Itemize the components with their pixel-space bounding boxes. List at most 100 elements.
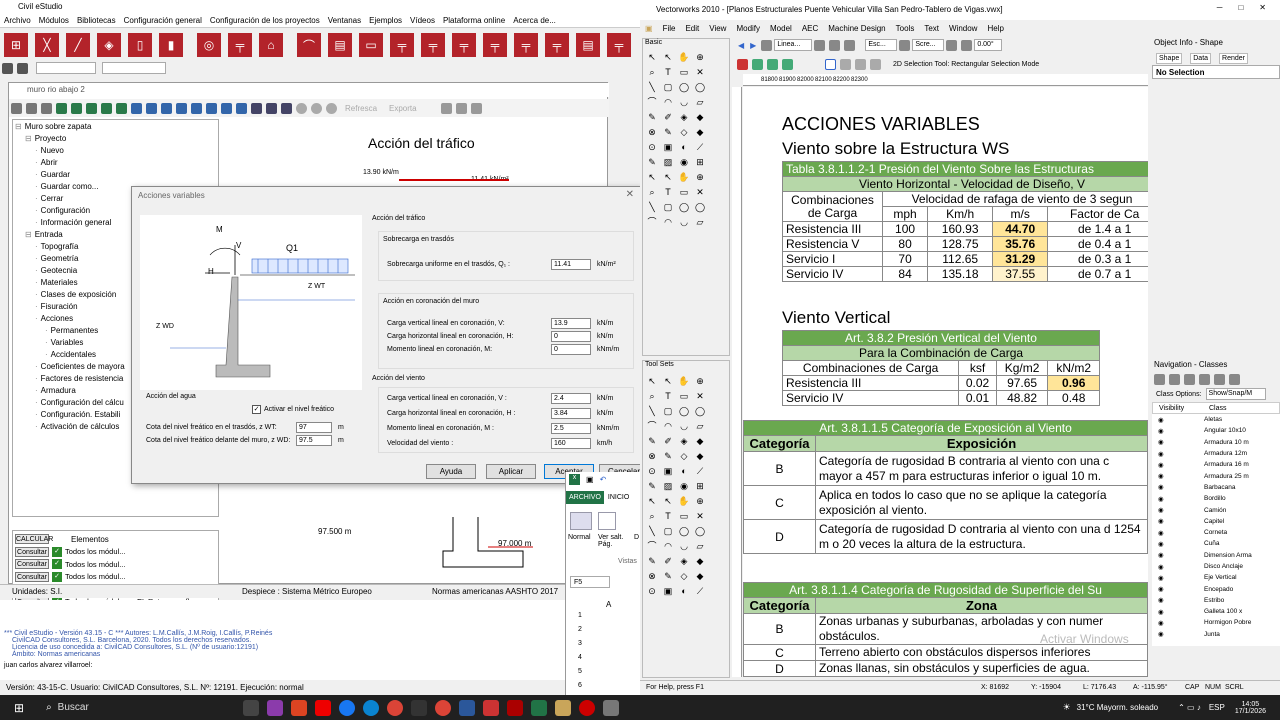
tool-icon[interactable]: ◯: [693, 525, 707, 538]
field-input[interactable]: [551, 344, 591, 355]
polygon-icon[interactable]: [855, 58, 866, 70]
eye-icon[interactable]: ◉: [1152, 517, 1204, 525]
module-button-icon[interactable]: ╤: [452, 33, 476, 57]
eye-icon[interactable]: ◉: [1152, 540, 1204, 548]
eye-icon[interactable]: ◉: [1152, 529, 1204, 537]
tool-icon[interactable]: ↖: [661, 51, 675, 64]
menu-item[interactable]: Tools: [896, 24, 915, 33]
tool-icon[interactable]: ◐: [677, 465, 691, 478]
tool-icon[interactable]: ✋: [677, 171, 691, 184]
minimize-icon[interactable]: ─: [1217, 3, 1223, 12]
class-row[interactable]: ◉ Galleta 100 x: [1152, 606, 1280, 617]
eye-icon[interactable]: ◉: [1152, 574, 1204, 582]
tool-icon[interactable]: T: [661, 66, 675, 79]
class-row[interactable]: ◉ Capitel: [1152, 516, 1280, 527]
document-icon[interactable]: ▣: [645, 24, 653, 33]
class-row[interactable]: ◉ Aletas: [1152, 414, 1280, 425]
menu-item[interactable]: File: [663, 24, 676, 33]
tool-icon[interactable]: ◉: [677, 156, 691, 169]
module-button-icon[interactable]: ⌒: [297, 33, 321, 57]
mode-icon[interactable]: [782, 58, 793, 70]
tool-icon[interactable]: ✕: [693, 390, 707, 403]
module-button-icon[interactable]: ╤: [421, 33, 445, 57]
pan-icon[interactable]: [206, 102, 217, 114]
module-button-icon[interactable]: ▭: [359, 33, 383, 57]
module-button-icon[interactable]: ╳: [35, 33, 59, 57]
tool-icon[interactable]: ▣: [661, 141, 675, 154]
eye-icon[interactable]: ◉: [1152, 472, 1204, 480]
tool-icon[interactable]: ◇: [677, 126, 691, 139]
class-row[interactable]: ◉ Camión: [1152, 504, 1280, 515]
screen-combo[interactable]: Scre...: [912, 39, 945, 51]
class-row[interactable]: ◉ Armadura 12m: [1152, 448, 1280, 459]
print-icon[interactable]: [11, 102, 22, 114]
class-row[interactable]: ◉ Cuña: [1152, 538, 1280, 549]
nav-icon[interactable]: [1154, 373, 1165, 385]
menu-item[interactable]: Vídeos: [410, 14, 435, 28]
tool-icon[interactable]: ↖: [645, 495, 659, 508]
mode-icon[interactable]: [870, 58, 881, 70]
tool-icon[interactable]: ↖: [645, 171, 659, 184]
tool-icon[interactable]: ▢: [661, 405, 675, 418]
tool-icon[interactable]: ◆: [693, 570, 707, 583]
name-box[interactable]: F5: [570, 576, 610, 588]
copy-icon[interactable]: [26, 102, 37, 114]
tool-icon[interactable]: ✋: [677, 375, 691, 388]
tool-icon[interactable]: ✎: [661, 450, 675, 463]
grid-icon[interactable]: [2, 62, 13, 74]
civil-estudio-icon[interactable]: [602, 699, 619, 716]
chrome-icon[interactable]: [434, 699, 451, 716]
view-icon[interactable]: [961, 39, 973, 51]
normal-view-icon[interactable]: [570, 512, 592, 530]
close-icon[interactable]: ✕: [1259, 3, 1266, 12]
tool-icon[interactable]: ⊙: [645, 465, 659, 478]
tool-icon[interactable]: ◆: [693, 450, 707, 463]
menu-item[interactable]: View: [709, 24, 726, 33]
app-icon[interactable]: [578, 699, 595, 716]
save-icon[interactable]: [17, 62, 28, 74]
taskbar-search[interactable]: Buscar: [58, 702, 89, 713]
autocad-icon[interactable]: [506, 699, 523, 716]
dialog-close-icon[interactable]: ✕: [626, 189, 634, 200]
tool-icon[interactable]: ◆: [693, 435, 707, 448]
tool-icon[interactable]: ✎: [645, 480, 659, 493]
tool-icon[interactable]: ✎: [645, 111, 659, 124]
tool-icon[interactable]: ✎: [661, 126, 675, 139]
tool-icon[interactable]: ▱: [693, 96, 707, 109]
zoom-icon[interactable]: [899, 39, 911, 51]
tool-icon[interactable]: ✎: [645, 156, 659, 169]
window-icon[interactable]: [455, 102, 467, 114]
eye-icon[interactable]: ◉: [1152, 495, 1204, 503]
tool-icon[interactable]: ⌕: [645, 186, 659, 199]
toolbar-combo-2[interactable]: [102, 62, 166, 74]
tool-icon[interactable]: T: [661, 390, 675, 403]
tool-icon[interactable]: ⊗: [645, 450, 659, 463]
tool-icon[interactable]: ⊗: [645, 126, 659, 139]
field-input[interactable]: [551, 393, 591, 404]
tool-icon[interactable]: ⌒: [645, 96, 659, 109]
task-view-icon[interactable]: [242, 699, 259, 716]
tool-icon[interactable]: ⊞: [693, 480, 707, 493]
angle-combo[interactable]: 0.00°: [974, 39, 1003, 51]
tool-icon[interactable]: ╲: [645, 525, 659, 538]
app-icon[interactable]: [290, 699, 307, 716]
apply-button[interactable]: Aplicar: [486, 464, 536, 479]
weather-text[interactable]: 31°C Mayorm. soleado: [1077, 703, 1158, 712]
surcharge-input[interactable]: [551, 259, 591, 270]
tab-inicio[interactable]: INICIO: [604, 491, 633, 504]
tool-icon[interactable]: ◠: [661, 216, 675, 229]
consult-button[interactable]: Consultar: [15, 559, 49, 570]
class-row[interactable]: ◉ Dimension Arma: [1152, 550, 1280, 561]
eye-icon[interactable]: ◉: [1152, 596, 1204, 604]
tool-icon[interactable]: ⊞: [693, 156, 707, 169]
zoom-icon[interactable]: [176, 102, 187, 114]
class-row[interactable]: ◉ Angular 10x10: [1152, 425, 1280, 436]
clock[interactable]: 14:05 17/1/2026: [1235, 701, 1266, 715]
module-button-icon[interactable]: ╤: [483, 33, 507, 57]
class-row[interactable]: ◉ Barbacana: [1152, 482, 1280, 493]
tool-icon[interactable]: ▭: [677, 186, 691, 199]
eye-icon[interactable]: ◉: [1152, 450, 1204, 458]
module-button-icon[interactable]: ▯: [128, 33, 152, 57]
tool-icon[interactable]: ▢: [661, 201, 675, 214]
grid-icon[interactable]: [101, 102, 112, 114]
